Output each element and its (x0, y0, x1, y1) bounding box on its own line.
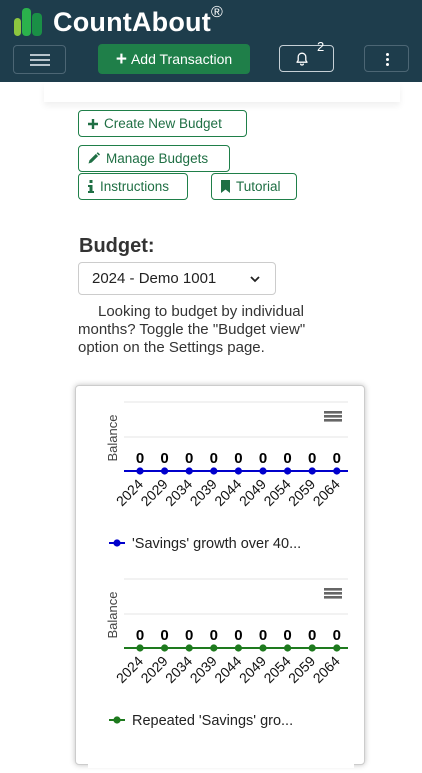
x-tick-label: 2059 (285, 653, 318, 686)
data-point (259, 644, 267, 652)
data-point (185, 644, 193, 652)
hamburger-menu-button[interactable] (13, 45, 66, 74)
data-point (259, 467, 267, 475)
data-point (308, 644, 316, 652)
countabout-logo-icon (14, 7, 44, 37)
data-point (333, 467, 341, 475)
x-tick-label: 2029 (137, 653, 170, 686)
legend-label: 'Savings' growth over 40... (132, 536, 301, 552)
charts-card: Balance 0 0 0 0 0 0 0 0 0 2024 2029 2034 2039 2044 2049… (75, 385, 365, 768)
data-point (234, 467, 242, 475)
data-point (136, 644, 144, 652)
data-label: 0 (136, 627, 144, 644)
chart-ylabel: Balance (105, 415, 120, 462)
x-tick-label: 2039 (187, 653, 220, 686)
x-tick-label: 2034 (162, 476, 195, 509)
data-label: 0 (333, 450, 341, 467)
x-tick-label: 2054 (260, 653, 293, 686)
budget-select[interactable]: 2024 - Demo 1001 (78, 262, 276, 295)
chart-menu-icon (324, 419, 342, 422)
budget-view-info-text: Looking to budget by individual months? … (78, 303, 306, 356)
data-point (284, 644, 292, 652)
x-tick-label: 2054 (260, 476, 293, 509)
content-card-top (44, 82, 400, 102)
x-tick-label: 2024 (113, 653, 146, 686)
data-label: 0 (185, 627, 193, 644)
data-point (161, 644, 169, 652)
info-icon (87, 180, 95, 193)
bell-icon (296, 52, 308, 66)
data-point (210, 467, 218, 475)
plus-icon: + (115, 48, 127, 70)
data-label: 0 (283, 627, 291, 644)
data-label: 0 (210, 627, 218, 644)
x-tick-label: 2064 (310, 653, 343, 686)
data-point (308, 467, 316, 475)
data-label: 0 (160, 450, 168, 467)
legend-marker (113, 716, 121, 724)
brand-name: CountAbout® (53, 3, 223, 37)
charts-svg: Balance 0 0 0 0 0 0 0 0 0202420292034203920442049… (105, 401, 348, 729)
data-label: 0 (160, 627, 168, 644)
data-label: 0 (234, 627, 242, 644)
chart-menu-icon (324, 596, 342, 599)
x-tick-label: 2044 (211, 476, 244, 509)
data-point (185, 467, 193, 475)
data-point (161, 467, 169, 475)
budget-select-value: 2024 - Demo 1001 (92, 270, 217, 287)
data-label: 0 (185, 450, 193, 467)
chevron-down-icon (250, 276, 260, 283)
x-tick-label: 2049 (236, 653, 269, 686)
more-options-button[interactable] (364, 45, 409, 72)
budget-heading: Budget: (79, 235, 155, 257)
manage-budgets-button[interactable]: Manage Budgets (78, 145, 230, 172)
pencil-icon (87, 152, 101, 165)
chart-menu-icon (324, 588, 342, 591)
plus-icon (87, 118, 99, 130)
data-point (136, 467, 144, 475)
data-label: 0 (234, 450, 242, 467)
data-point (210, 644, 218, 652)
instructions-button[interactable]: Instructions (78, 173, 188, 200)
notifications-button[interactable] (279, 45, 334, 72)
x-tick-label: 2049 (236, 476, 269, 509)
data-label: 0 (308, 627, 316, 644)
chart-menu-icon (324, 411, 342, 414)
brand[interactable]: CountAbout® (14, 3, 223, 39)
x-tick-label: 2064 (310, 476, 343, 509)
data-point (333, 644, 341, 652)
chart-ylabel: Balance (105, 592, 120, 639)
data-label: 0 (259, 450, 267, 467)
data-label: 0 (259, 627, 267, 644)
tutorial-button[interactable]: Tutorial (211, 173, 297, 200)
add-transaction-label: Add Transaction (130, 51, 233, 67)
create-new-budget-button[interactable]: Create New Budget (78, 110, 247, 137)
data-label: 0 (333, 627, 341, 644)
notification-count-badge: 2 (317, 39, 325, 54)
x-tick-label: 2034 (162, 653, 195, 686)
top-navbar: CountAbout® + Add Transaction 2 (0, 0, 422, 82)
data-label: 0 (136, 450, 144, 467)
legend-marker (113, 539, 121, 547)
charts-panel: Balance 0 0 0 0 0 0 0 0 0 2024 2029 2034 2039 2044 2049… (88, 396, 354, 768)
bookmark-icon (220, 180, 231, 193)
data-point (234, 644, 242, 652)
chart-menu-icon (324, 415, 342, 418)
x-tick-label: 2024 (113, 476, 146, 509)
data-label: 0 (283, 450, 291, 467)
data-label: 0 (210, 450, 218, 467)
x-tick-label: 2039 (187, 476, 220, 509)
data-point (284, 467, 292, 475)
add-transaction-button[interactable]: + Add Transaction (98, 44, 250, 74)
legend-label: Repeated 'Savings' gro... (132, 713, 293, 729)
x-tick-label: 2044 (211, 653, 244, 686)
x-tick-label: 2059 (285, 476, 318, 509)
chart-menu-icon (324, 592, 342, 595)
x-tick-label: 2029 (137, 476, 170, 509)
data-label: 0 (308, 450, 316, 467)
